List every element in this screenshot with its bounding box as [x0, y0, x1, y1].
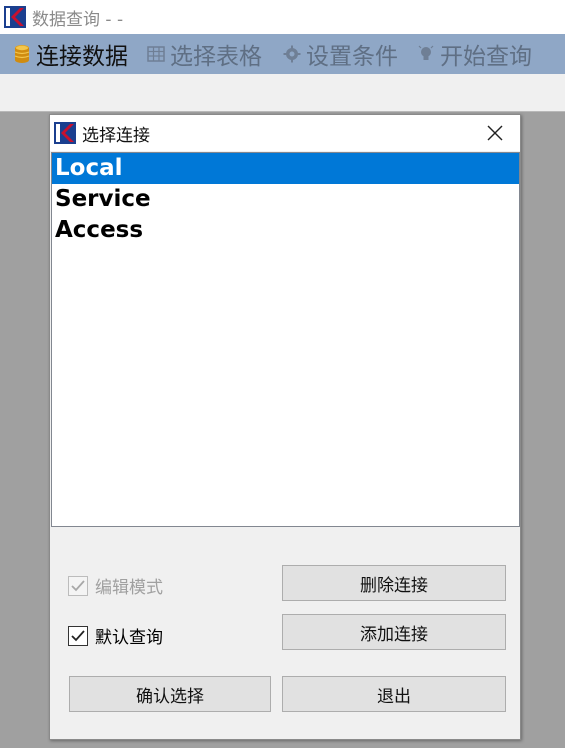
menu-set-conditions[interactable]: 设置条件: [282, 34, 398, 74]
table-icon: [146, 44, 166, 64]
edit-mode-checkbox-row: 编辑模式: [68, 573, 163, 598]
menu-connect-data-label: 连接数据: [36, 44, 128, 70]
main-menu-bar: 连接数据 选择表格 设置条件 开始查询: [0, 34, 565, 74]
dialog-title-bar: 选择连接: [50, 115, 520, 151]
select-connection-dialog: 选择连接 Local Service Access 编辑模式 默认查询 删除连接…: [49, 114, 521, 740]
gear-icon: [282, 44, 302, 64]
menu-select-table-label: 选择表格: [170, 44, 262, 70]
dialog-logo-icon: [54, 122, 76, 144]
edit-mode-label: 编辑模式: [95, 578, 163, 598]
default-query-checkbox-row: 默认查询: [68, 623, 163, 648]
database-icon: [12, 44, 32, 64]
connection-item-local[interactable]: Local: [52, 153, 519, 184]
app-title-bar: 数据查询 - -: [0, 0, 565, 34]
toolbar-strip: [0, 74, 565, 112]
lightbulb-icon: [416, 44, 436, 64]
connection-item-service[interactable]: Service: [52, 184, 519, 215]
add-connection-button[interactable]: 添加连接: [282, 614, 506, 650]
confirm-selection-button[interactable]: 确认选择: [69, 676, 271, 712]
menu-set-conditions-label: 设置条件: [306, 44, 398, 70]
edit-mode-checkbox[interactable]: [68, 575, 88, 596]
menu-start-query[interactable]: 开始查询: [416, 34, 532, 74]
menu-connect-data[interactable]: 连接数据: [12, 34, 128, 74]
menu-select-table[interactable]: 选择表格: [146, 34, 262, 74]
connection-list[interactable]: Local Service Access: [51, 152, 520, 527]
default-query-label: 默认查询: [95, 628, 163, 648]
default-query-checkbox[interactable]: [68, 625, 88, 646]
dialog-title: 选择连接: [82, 125, 150, 146]
connection-item-access[interactable]: Access: [52, 215, 519, 246]
app-logo-icon: [4, 6, 26, 28]
app-title: 数据查询 - -: [32, 9, 124, 30]
menu-start-query-label: 开始查询: [440, 44, 532, 70]
exit-button[interactable]: 退出: [282, 676, 506, 712]
close-icon[interactable]: [484, 122, 506, 144]
delete-connection-button[interactable]: 删除连接: [282, 565, 506, 601]
